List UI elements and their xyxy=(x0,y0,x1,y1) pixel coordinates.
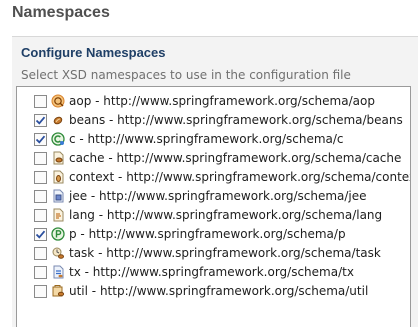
namespace-label: lang - http://www.springframework.org/sc… xyxy=(69,208,383,222)
jee-icon xyxy=(51,189,65,203)
namespace-checkbox[interactable] xyxy=(34,151,47,165)
namespace-checkbox[interactable] xyxy=(34,113,47,127)
namespace-label: beans - http://www.springframework.org/s… xyxy=(69,113,403,127)
namespace-label: c - http://www.springframework.org/schem… xyxy=(69,132,344,146)
bean-icon xyxy=(51,113,65,127)
namespace-checkbox[interactable] xyxy=(34,284,47,298)
aop-icon xyxy=(51,94,65,108)
namespace-item-context[interactable]: context - http://www.springframework.org… xyxy=(17,168,410,186)
context-icon xyxy=(51,170,65,184)
section-description: Select XSD namespaces to use in the conf… xyxy=(21,68,351,82)
namespace-item-jee[interactable]: jee - http://www.springframework.org/sch… xyxy=(17,187,410,205)
section-title: Configure Namespaces xyxy=(21,45,166,60)
task-icon xyxy=(51,246,65,260)
namespace-label: aop - http://www.springframework.org/sch… xyxy=(69,94,375,108)
namespace-item-util[interactable]: util - http://www.springframework.org/sc… xyxy=(17,282,410,300)
util-icon xyxy=(51,284,65,298)
namespace-checkbox[interactable] xyxy=(34,189,47,203)
namespace-checkbox[interactable] xyxy=(34,94,47,108)
namespace-item-c[interactable]: c - http://www.springframework.org/schem… xyxy=(17,130,410,148)
namespace-item-lang[interactable]: lang - http://www.springframework.org/sc… xyxy=(17,206,410,224)
namespace-label: task - http://www.springframework.org/sc… xyxy=(69,246,381,260)
p-namespace-icon xyxy=(51,227,65,241)
namespace-checkbox[interactable] xyxy=(34,265,47,279)
c-namespace-icon xyxy=(51,132,65,146)
namespace-checkbox[interactable] xyxy=(34,132,47,146)
namespace-item-p[interactable]: p - http://www.springframework.org/schem… xyxy=(17,225,410,243)
namespace-item-cache[interactable]: cache - http://www.springframework.org/s… xyxy=(17,149,410,167)
namespace-label: cache - http://www.springframework.org/s… xyxy=(69,151,402,165)
cache-icon xyxy=(51,151,65,165)
namespace-label: tx - http://www.springframework.org/sche… xyxy=(69,265,354,279)
namespace-checkbox[interactable] xyxy=(34,170,47,184)
namespace-item-tx[interactable]: tx - http://www.springframework.org/sche… xyxy=(17,263,410,281)
namespace-label: p - http://www.springframework.org/schem… xyxy=(69,227,346,241)
tx-icon xyxy=(51,265,65,279)
page-title: Namespaces xyxy=(12,4,110,21)
namespace-checkbox[interactable] xyxy=(34,246,47,260)
namespace-item-beans[interactable]: beans - http://www.springframework.org/s… xyxy=(17,111,410,129)
namespace-item-aop[interactable]: aop - http://www.springframework.org/sch… xyxy=(17,92,410,110)
namespace-label: util - http://www.springframework.org/sc… xyxy=(69,284,369,298)
namespace-checkbox[interactable] xyxy=(34,208,47,222)
namespace-label: context - http://www.springframework.org… xyxy=(69,170,411,184)
lang-icon xyxy=(51,208,65,222)
namespace-list[interactable]: aop - http://www.springframework.org/sch… xyxy=(16,86,411,327)
namespace-item-task[interactable]: task - http://www.springframework.org/sc… xyxy=(17,244,410,262)
namespace-checkbox[interactable] xyxy=(34,227,47,241)
namespace-label: jee - http://www.springframework.org/sch… xyxy=(69,189,367,203)
